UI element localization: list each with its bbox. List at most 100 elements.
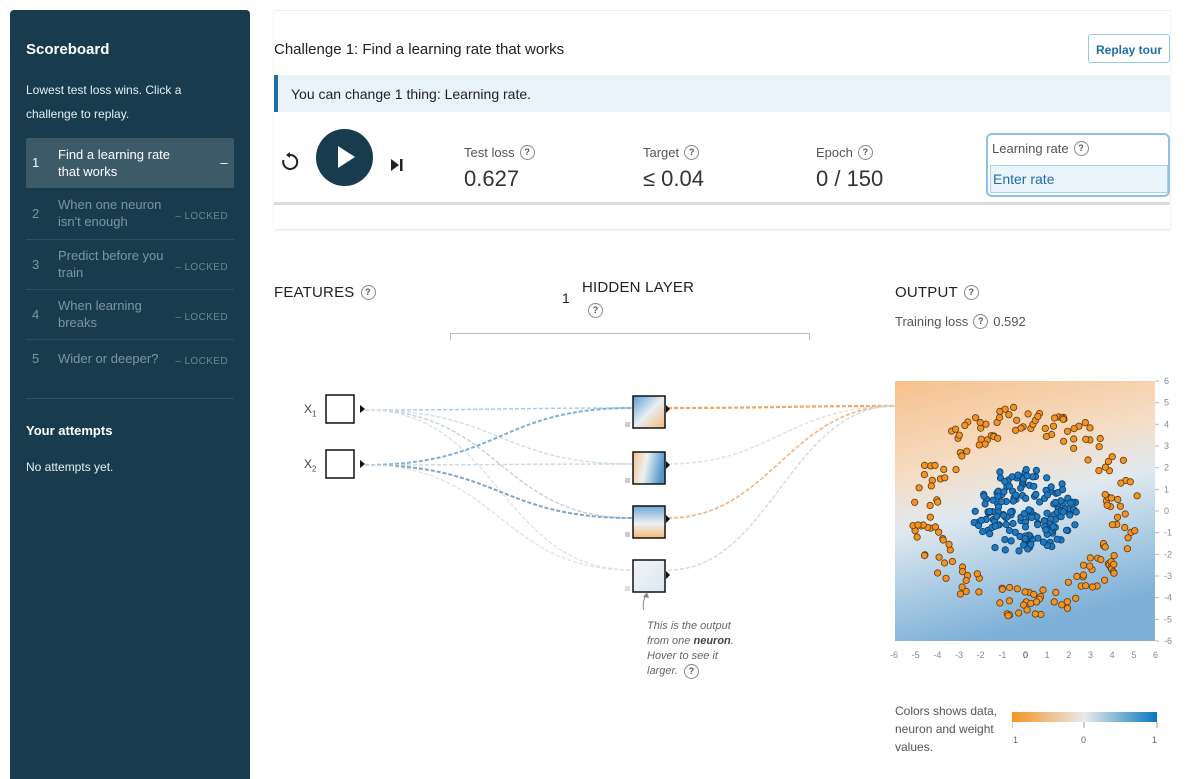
data-point-blue — [980, 492, 988, 500]
data-point-orange — [1023, 606, 1031, 614]
hidden-neuron-1[interactable] — [632, 395, 666, 429]
data-point-orange — [963, 447, 971, 455]
data-point-orange — [1086, 562, 1094, 570]
data-point-orange — [955, 431, 963, 439]
help-icon[interactable]: ? — [857, 145, 873, 160]
data-point-blue — [986, 530, 994, 538]
data-point-orange — [1006, 583, 1014, 592]
challenge-status: – LOCKED — [175, 211, 228, 222]
challenge-item-3[interactable]: 3 Predict before you train – LOCKED — [26, 247, 234, 287]
data-point-orange — [998, 585, 1007, 593]
replay-tour-button[interactable]: Replay tour — [1088, 34, 1170, 63]
data-point-blue — [1067, 499, 1075, 507]
data-point-blue — [1005, 526, 1014, 535]
data-point-blue — [1017, 484, 1025, 492]
data-point-blue — [1002, 520, 1010, 529]
data-point-orange — [1082, 582, 1090, 590]
data-point-blue — [1011, 528, 1019, 536]
help-icon[interactable]: ? — [588, 303, 603, 318]
data-point-orange — [1039, 586, 1047, 594]
data-point-orange — [1079, 571, 1088, 579]
help-icon[interactable]: ? — [360, 285, 376, 300]
data-point-orange — [941, 474, 949, 482]
data-point-orange — [1004, 612, 1012, 620]
y-tick-label: 0 — [1164, 506, 1169, 516]
output-title: OUTPUT — [895, 284, 958, 301]
data-point-orange — [1001, 405, 1009, 413]
data-point-orange — [1121, 510, 1129, 518]
learning-rate-box: Learning rate? — [986, 133, 1170, 197]
hidden-neuron-2[interactable] — [632, 451, 666, 485]
data-point-blue — [1059, 508, 1067, 516]
data-point-orange — [948, 557, 957, 566]
test-loss-stat: Test loss? 0.627 — [464, 145, 535, 192]
data-point-orange — [973, 570, 981, 578]
challenge-status: – LOCKED — [175, 312, 228, 323]
epoch-value: 0 / 150 — [816, 166, 884, 191]
data-point-orange — [1021, 588, 1029, 596]
x-tick-label: 2 — [1066, 650, 1071, 660]
color-legend-text: Colors shows data, neuron and weight val… — [895, 704, 998, 754]
challenge-label: When learning breaks — [58, 298, 142, 330]
challenge-item-2[interactable]: 2 When one neuron isn't enough – LOCKED — [26, 196, 234, 236]
challenge-item-5[interactable]: 5 Wider or deeper? – LOCKED — [26, 350, 234, 370]
challenge-status: – LOCKED — [175, 356, 228, 367]
data-point-blue — [1025, 506, 1033, 514]
training-loss-value: 0.592 — [993, 314, 1026, 329]
data-point-orange — [1073, 572, 1081, 580]
data-point-orange — [958, 452, 966, 460]
data-point-blue — [1008, 473, 1016, 481]
play-button[interactable] — [316, 129, 373, 186]
data-point-orange — [1103, 501, 1111, 509]
data-point-orange — [1108, 521, 1116, 529]
help-icon[interactable]: ? — [684, 145, 700, 160]
challenge-item-4[interactable]: 4 When learning breaks – LOCKED — [26, 297, 234, 337]
challenge-item-1[interactable]: 1 Find a learning rate that works – — [26, 138, 234, 188]
hidden-neuron-4[interactable] — [632, 559, 666, 593]
epoch-label: Epoch — [816, 145, 853, 160]
data-point-orange — [958, 583, 966, 591]
feature-x2-label: X2 — [304, 457, 317, 474]
training-loss: Training loss ? 0.592 — [895, 314, 1026, 329]
y-tick-label: -3 — [1164, 571, 1172, 581]
learning-rate-input[interactable] — [990, 165, 1168, 193]
hidden-neuron-3[interactable] — [632, 505, 666, 539]
data-point-blue — [1043, 509, 1051, 517]
challenge-status: – LOCKED — [175, 262, 228, 273]
y-tick-label: 3 — [1164, 441, 1169, 451]
help-icon[interactable]: ? — [1073, 141, 1089, 156]
help-icon[interactable]: ? — [683, 664, 699, 679]
y-tick-label: 6 — [1164, 376, 1169, 386]
data-point-orange — [975, 588, 983, 596]
step-forward-icon[interactable] — [390, 158, 404, 172]
data-point-orange — [1110, 569, 1118, 577]
y-tick-label: -5 — [1164, 614, 1172, 624]
challenge-label: Predict before you train — [58, 248, 164, 280]
feature-x1-label: X1 — [304, 402, 317, 419]
x-tick-label: -3 — [955, 650, 963, 660]
data-point-orange — [1005, 411, 1013, 419]
data-point-blue — [1049, 523, 1057, 531]
help-icon[interactable]: ? — [963, 285, 979, 300]
data-point-orange — [940, 465, 948, 474]
data-point-orange — [1110, 560, 1118, 568]
divider — [26, 239, 234, 240]
data-point-orange — [935, 553, 943, 561]
data-point-orange — [1072, 594, 1080, 602]
reset-icon[interactable] — [280, 152, 300, 172]
data-point-blue — [991, 544, 999, 552]
constraint-notice-text: You can change 1 thing: Learning rate. — [291, 86, 532, 102]
help-icon[interactable]: ? — [519, 145, 535, 160]
data-point-orange — [1070, 424, 1078, 433]
data-point-orange — [1063, 598, 1071, 606]
input-node-x2[interactable] — [325, 449, 355, 479]
data-point-orange — [927, 482, 935, 490]
data-point-orange — [1121, 523, 1129, 532]
input-node-x1[interactable] — [325, 394, 355, 424]
data-point-blue — [1015, 547, 1023, 555]
data-point-orange — [994, 434, 1002, 442]
data-point-orange — [915, 484, 923, 492]
help-icon[interactable]: ? — [973, 314, 989, 329]
data-point-blue — [1059, 486, 1067, 494]
data-point-blue — [1000, 511, 1008, 519]
